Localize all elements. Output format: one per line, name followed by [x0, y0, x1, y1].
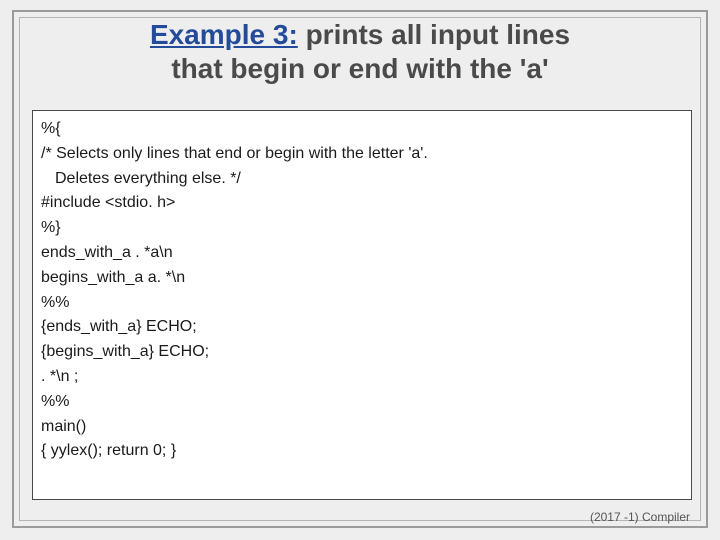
- title-rest-line1: prints all input lines: [298, 19, 570, 50]
- code-line: { yylex(); return 0; }: [41, 439, 683, 464]
- slide-title: Example 3: prints all input lines that b…: [40, 18, 680, 85]
- code-line: main(): [41, 415, 683, 440]
- code-line: %{: [41, 117, 683, 142]
- title-line2: that begin or end with the 'a': [171, 53, 548, 84]
- code-line: %}: [41, 216, 683, 241]
- code-line: . *\n ;: [41, 365, 683, 390]
- code-line: begins_with_a a. *\n: [41, 266, 683, 291]
- code-line: #include <stdio. h>: [41, 191, 683, 216]
- footer-text: (2017 -1) Compiler: [590, 510, 690, 524]
- slide: Example 3: prints all input lines that b…: [0, 0, 720, 540]
- title-lead: Example 3:: [150, 19, 298, 50]
- code-line: {begins_with_a} ECHO;: [41, 340, 683, 365]
- code-line: ends_with_a . *a\n: [41, 241, 683, 266]
- code-line: %%: [41, 291, 683, 316]
- code-line: /* Selects only lines that end or begin …: [41, 142, 683, 167]
- code-line: Deletes everything else. */: [41, 167, 683, 192]
- code-line: %%: [41, 390, 683, 415]
- code-box: %{ /* Selects only lines that end or beg…: [32, 110, 692, 500]
- code-line: {ends_with_a} ECHO;: [41, 315, 683, 340]
